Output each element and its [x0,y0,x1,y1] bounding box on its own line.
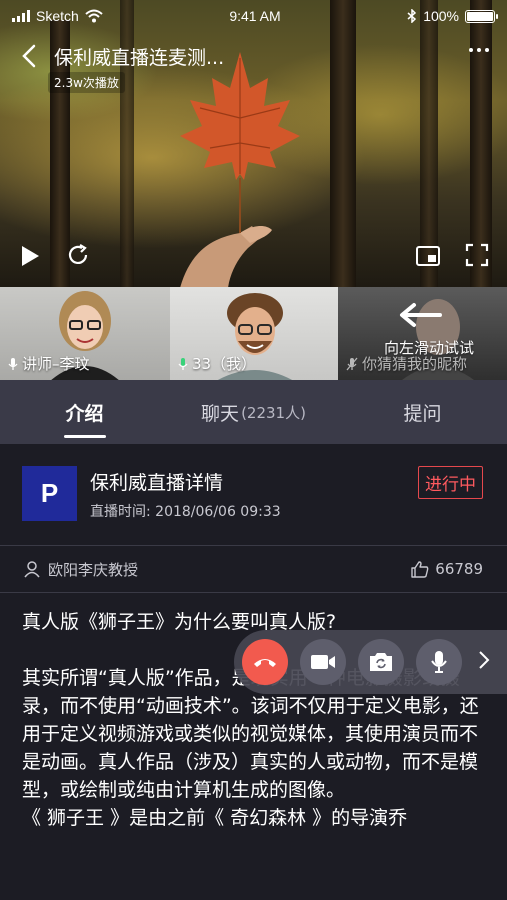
microphone-off-icon [346,357,358,370]
maple-leaf-image [180,52,300,287]
wifi-icon [85,9,103,23]
channel-logo: P [22,466,77,521]
battery-percent: 100% [423,8,459,24]
live-info-card: P 保利威直播详情 直播时间: 2018/06/06 09:33 进行中 [0,444,507,544]
divider [0,592,507,593]
more-icon[interactable] [469,48,489,52]
video-player[interactable]: Sketch 9:41 AM 100% 保利威直播连麦测... 2.3w次播放 [0,0,507,287]
live-title: 保利威直播详情 [90,472,224,494]
back-arrow-icon[interactable] [22,42,44,70]
microphone-icon [8,357,18,370]
tree-trunk [420,0,438,287]
picture-in-picture-icon[interactable] [416,246,440,270]
carrier-label: Sketch [36,8,79,24]
thumbs-up-icon [411,560,429,578]
clock: 9:41 AM [229,8,281,24]
battery-icon [465,9,498,23]
tab-count: (2231人) [241,403,306,422]
participant-name: 讲师–李玟 [22,355,90,373]
like-button[interactable]: 66789 [411,560,483,578]
play-icon[interactable] [20,245,40,271]
user-icon [24,560,40,577]
tab-chat[interactable]: 聊天 (2231人) [169,380,338,444]
switch-camera-icon [370,653,392,671]
author-name: 欧阳李庆教授 [48,560,139,579]
tab-intro[interactable]: 介绍 [0,380,169,444]
content-paragraph: 《 狮子王 》是由之前《 奇幻森林 》的导演乔 [22,807,408,829]
like-count: 66789 [435,560,483,578]
tab-bar: 介绍 聊天 (2231人) 提问 [0,380,507,444]
switch-camera-button[interactable] [358,639,404,685]
tab-label: 提问 [403,402,442,425]
tab-questions[interactable]: 提问 [338,380,507,444]
tab-label: 聊天 [201,402,240,425]
arrow-left-icon [398,301,442,333]
participant-name: 33（我） [192,355,257,373]
live-time: 直播时间: 2018/06/06 09:33 [90,504,281,520]
fullscreen-icon[interactable] [465,243,489,271]
participant-tile[interactable]: 向左滑动试试 你猜猜我的昵称 [338,287,507,380]
signal-icon [12,10,30,22]
tab-label: 介绍 [65,402,104,425]
participant-name: 你猜猜我的昵称 [362,355,468,373]
call-control-bar [234,630,507,694]
participant-tile[interactable]: 33（我） [170,287,338,380]
hang-up-button[interactable] [242,639,288,685]
phone-hangup-icon [254,659,276,667]
bluetooth-icon [407,9,417,23]
tree-trunk [330,0,356,287]
participant-tile[interactable]: 讲师–李玟 [0,287,170,380]
camera-toggle-button[interactable] [300,639,346,685]
microphone-icon [178,357,188,370]
microphone-icon [431,651,447,673]
video-camera-icon [311,655,335,669]
refresh-icon[interactable] [66,243,90,271]
chevron-right-icon[interactable] [478,650,490,674]
view-count-badge: 2.3w次播放 [48,72,125,93]
video-title: 保利威直播连麦测... [54,46,225,69]
status-badge: 进行中 [418,466,483,499]
logo-letter: P [40,478,59,508]
status-bar: Sketch 9:41 AM 100% [0,0,507,32]
author-row: 欧阳李庆教授 66789 [0,546,507,592]
participant-strip[interactable]: 讲师–李玟 33（我） 向左滑动试试 你猜猜我的昵称 [0,287,507,380]
microphone-toggle-button[interactable] [416,639,462,685]
